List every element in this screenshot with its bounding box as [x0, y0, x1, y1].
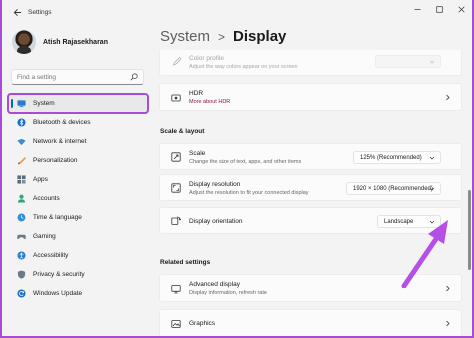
back-arrow-icon: [13, 8, 21, 16]
sidebar-item-accessibility[interactable]: Accessibility: [8, 246, 148, 265]
sidebar-item-gaming[interactable]: Gaming: [8, 227, 148, 246]
sidebar-item-label: Bluetooth & devices: [33, 119, 91, 126]
page-title: Display: [233, 28, 287, 45]
hdr-title: HDR: [189, 90, 204, 97]
scale-title: Scale: [189, 150, 206, 157]
chevron-down-icon: [429, 156, 435, 160]
minimize-icon: [413, 8, 421, 10]
breadcrumb-separator: >: [218, 29, 226, 44]
graphics-title: Graphics: [189, 320, 216, 327]
scale-card: Scale Change the size of text, apps, and…: [159, 143, 462, 170]
globe-clock-icon: [17, 213, 26, 222]
settings-window: Settings Atish Rajasekharan System: [0, 0, 474, 338]
shield-icon: [17, 270, 26, 279]
sidebar-item-time-language[interactable]: Time & language: [8, 208, 148, 227]
resolution-icon: [171, 183, 181, 193]
hdr-link[interactable]: More about HDR: [189, 99, 230, 105]
graphics-icon: [171, 319, 181, 329]
scale-icon: [171, 152, 181, 162]
color-profile-icon: [171, 56, 181, 66]
sidebar-item-label: Network & internet: [33, 138, 87, 145]
sidebar-item-label: Apps: [33, 176, 48, 183]
window-controls: [406, 0, 472, 20]
avatar: [12, 30, 36, 54]
graphics-card[interactable]: Graphics: [159, 309, 462, 336]
sidebar-item-label: Privacy & security: [33, 271, 85, 278]
maximize-icon: [435, 5, 443, 13]
resolution-value: 1920 × 1080 (Recommended): [353, 185, 433, 192]
advanced-display-subtitle: Display information, refresh rate: [189, 290, 267, 296]
sidebar-item-label: Windows Update: [33, 290, 83, 297]
chevron-down-icon: [429, 187, 435, 191]
chevron-down-icon: [429, 60, 435, 64]
sidebar-item-privacy-security[interactable]: Privacy & security: [8, 265, 148, 284]
advanced-display-title: Advanced display: [189, 281, 240, 288]
scrollbar[interactable]: [468, 190, 471, 270]
orientation-title: Display orientation: [189, 218, 243, 225]
main-content: Color profile Adjust the way colors appe…: [159, 50, 462, 336]
user-profile[interactable]: Atish Rajasekharan: [12, 30, 108, 54]
search-input[interactable]: [17, 73, 132, 81]
app-title: Settings: [28, 9, 52, 16]
chevron-right-icon: [446, 320, 450, 327]
sidebar-item-label: Personalization: [33, 157, 78, 164]
sidebar-item-label: Time & language: [33, 214, 82, 221]
scale-dropdown[interactable]: 125% (Recommended): [353, 151, 441, 164]
color-profile-subtitle: Adjust the way colors appear on your scr…: [189, 64, 298, 70]
sidebar-item-label: System: [33, 100, 55, 107]
sidebar-item-accounts[interactable]: Accounts: [8, 189, 148, 208]
resolution-title: Display resolution: [189, 181, 241, 188]
sidebar-item-apps[interactable]: Apps: [8, 170, 148, 189]
person-icon: [17, 194, 26, 203]
monitor-icon: [17, 99, 26, 108]
accessibility-icon: [17, 251, 26, 260]
related-settings-heading: Related settings: [160, 259, 211, 266]
apps-icon: [17, 175, 26, 184]
color-profile-dropdown[interactable]: [375, 55, 441, 68]
wifi-icon: [17, 137, 26, 146]
search-icon[interactable]: [130, 73, 138, 81]
advanced-display-icon: [171, 284, 181, 294]
scale-value: 125% (Recommended): [360, 154, 422, 161]
update-icon: [17, 289, 26, 298]
sidebar-item-label: Accounts: [33, 195, 60, 202]
hdr-icon: [171, 93, 181, 103]
bluetooth-icon: [17, 118, 26, 127]
scale-layout-heading: Scale & layout: [160, 128, 205, 135]
close-icon: [457, 5, 465, 13]
chevron-right-icon: [446, 94, 450, 101]
search-box: [11, 69, 144, 85]
resolution-card: Display resolution Adjust the resolution…: [159, 174, 462, 201]
gamepad-icon: [17, 232, 26, 241]
hdr-card[interactable]: HDR More about HDR: [159, 83, 462, 111]
title-bar: Settings: [2, 0, 472, 24]
maximize-button[interactable]: [428, 0, 450, 18]
brush-icon: [17, 156, 26, 165]
sidebar-item-bluetooth[interactable]: Bluetooth & devices: [8, 113, 148, 132]
scale-subtitle: Change the size of text, apps, and other…: [189, 159, 302, 165]
breadcrumb: System > Display: [160, 28, 286, 45]
sidebar-item-label: Gaming: [33, 233, 56, 240]
sidebar-nav: System Bluetooth & devices Network & int…: [7, 93, 149, 303]
sidebar-item-windows-update[interactable]: Windows Update: [8, 284, 148, 303]
resolution-dropdown[interactable]: 1920 × 1080 (Recommended): [346, 182, 441, 195]
back-button[interactable]: [11, 6, 23, 18]
color-profile-card[interactable]: Color profile Adjust the way colors appe…: [159, 50, 462, 76]
breadcrumb-parent[interactable]: System: [160, 28, 210, 45]
sidebar-item-personalization[interactable]: Personalization: [8, 151, 148, 170]
close-button[interactable]: [450, 0, 472, 18]
minimize-button[interactable]: [406, 0, 428, 18]
color-profile-title: Color profile: [189, 55, 225, 62]
profile-name: Atish Rajasekharan: [43, 38, 108, 46]
sidebar-item-system[interactable]: System: [7, 93, 149, 114]
sidebar-item-label: Accessibility: [33, 252, 69, 259]
annotation-arrow-icon: [401, 220, 448, 288]
sidebar-item-network[interactable]: Network & internet: [8, 132, 148, 151]
orientation-icon: [171, 216, 181, 226]
resolution-subtitle: Adjust the resolution to fit your connec…: [189, 190, 309, 196]
